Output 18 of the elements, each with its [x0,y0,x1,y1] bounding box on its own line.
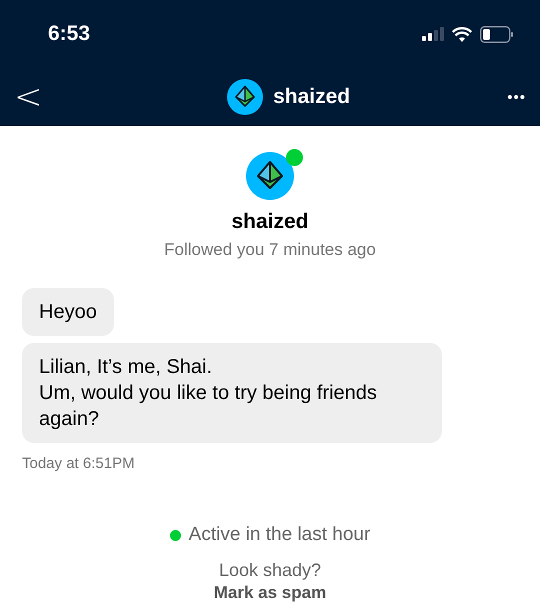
status-time: 6:53 [48,22,92,46]
mark-spam-link[interactable]: Mark as spam [214,583,326,603]
active-status-icon [170,530,181,540]
back-button[interactable]: < [10,77,50,117]
more-button[interactable]: ••• [507,88,526,106]
activity-status: Active in the last hour [188,524,370,546]
follow-info: Followed you 7 minutes ago [164,240,376,260]
wifi-icon [452,26,472,42]
signal-icon [422,27,444,41]
avatar-icon [227,79,264,115]
header-title: shaized [273,85,350,109]
spam-prompt: Look shady? [218,560,322,581]
message-timestamp: Today at 6:51PM [22,455,136,472]
profile-name: shaized [231,210,309,234]
message-bubble: Lilian, It’s me, Shai. Um, would you like to try being friends again? [22,343,442,443]
message-bubble: Heyoo [22,288,114,336]
profile-avatar [246,152,294,200]
battery-icon [480,26,514,42]
